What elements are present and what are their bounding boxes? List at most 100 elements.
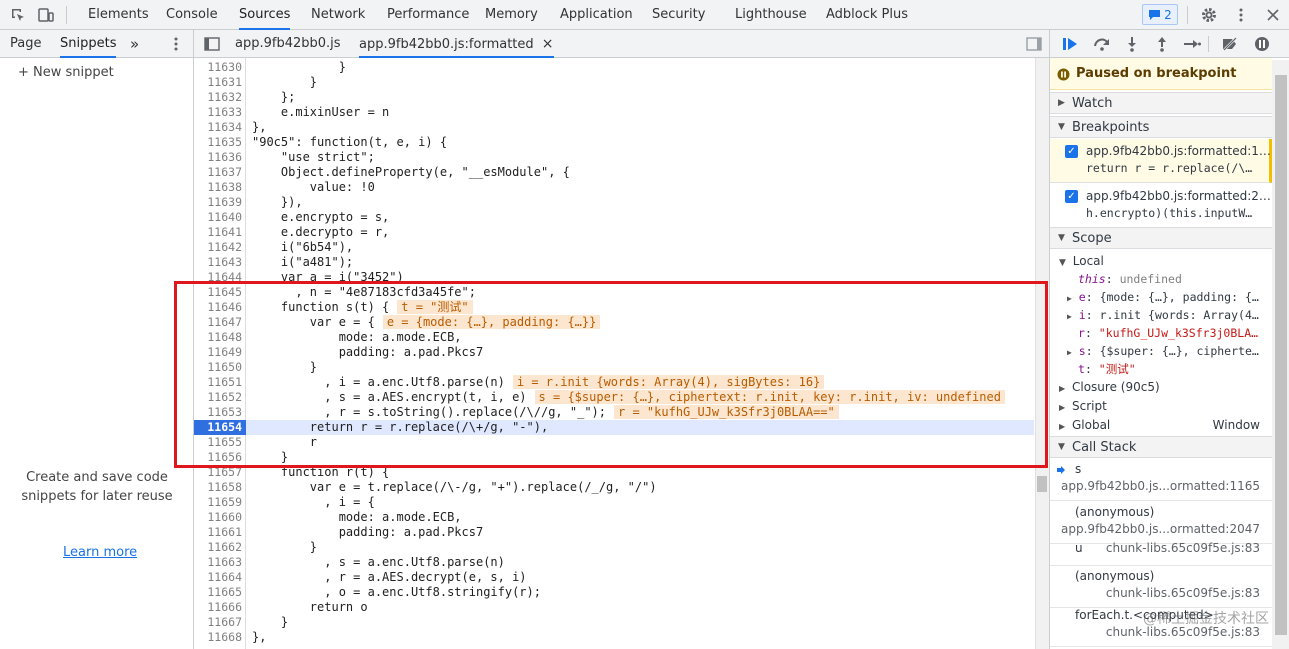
code-line[interactable]: 11636 "use strict";	[194, 150, 1034, 165]
code-line[interactable]: 11638 value: !0	[194, 180, 1034, 195]
editor-scrollbar[interactable]	[1035, 58, 1049, 649]
tab-elements[interactable]: Elements	[88, 0, 149, 30]
line-number[interactable]: 11662	[194, 540, 242, 555]
code-line[interactable]: 11651 , i = a.enc.Utf8.parse(n) i = r.ini…	[194, 375, 1034, 390]
line-number[interactable]: 11641	[194, 225, 242, 240]
call-frame[interactable]: u chunk-libs.65c09f5e.js:83	[1050, 538, 1272, 566]
breakpoints-section-header[interactable]: ▼ Breakpoints	[1050, 116, 1272, 138]
code-line[interactable]: 11648 mode: a.mode.ECB,	[194, 330, 1034, 345]
tab-console[interactable]: Console	[166, 0, 218, 30]
sidebar-scrollbar-thumb[interactable]	[1275, 75, 1287, 635]
line-number[interactable]: 11643	[194, 255, 242, 270]
closure-scope[interactable]: ▶ Closure (90c5)	[1050, 378, 1272, 396]
line-number[interactable]: 11631	[194, 75, 242, 90]
line-number[interactable]: 11637	[194, 165, 242, 180]
paused-code-line[interactable]: 11654 return r = r.replace(/\+/g, "-"),	[194, 420, 1034, 435]
code-line[interactable]: 11664 , r = a.AES.decrypt(e, s, i)	[194, 570, 1034, 585]
pause-on-exceptions-icon[interactable]	[1252, 34, 1272, 54]
tab-sources[interactable]: Sources	[239, 0, 291, 30]
line-number[interactable]: 11640	[194, 210, 242, 225]
code-line[interactable]: 11667 }	[194, 615, 1034, 630]
breakpoint-checkbox[interactable]: ✓	[1065, 190, 1078, 203]
line-number[interactable]: 11642	[194, 240, 242, 255]
code-line[interactable]: 11650 }	[194, 360, 1034, 375]
line-number[interactable]: 11652	[194, 390, 242, 405]
global-scope[interactable]: ▶ Global Window	[1050, 416, 1272, 434]
navigator-menu-icon[interactable]	[166, 34, 186, 54]
code-line[interactable]: 11656 }	[194, 450, 1034, 465]
scope-variable[interactable]: ▶ e: {mode: {…}, padding: {…	[1050, 288, 1272, 306]
code-line[interactable]: 11631 }	[194, 75, 1034, 90]
code-line[interactable]: 11658 var e = t.replace(/\-/g, "+").repl…	[194, 480, 1034, 495]
breakpoint-line-number[interactable]: 11654	[194, 420, 246, 435]
issues-counter-button[interactable]: 2	[1142, 4, 1178, 25]
step-over-icon[interactable]	[1092, 34, 1112, 54]
resume-icon[interactable]	[1060, 34, 1080, 54]
line-number[interactable]: 11635	[194, 135, 242, 150]
toggle-debugger-sidebar-icon[interactable]	[1024, 34, 1044, 54]
code-line[interactable]: 11660 mode: a.mode.ECB,	[194, 510, 1034, 525]
code-line[interactable]: 11653 , r = s.toString().replace(/\//g, …	[194, 405, 1034, 420]
code-line[interactable]: 11641 e.decrypto = r,	[194, 225, 1034, 240]
line-number[interactable]: 11636	[194, 150, 242, 165]
code-line[interactable]: 11633 e.mixinUser = n	[194, 105, 1034, 120]
call-frame-current[interactable]: s app.9fb42bb0.js...ormatted:1165	[1050, 459, 1272, 501]
tab-network[interactable]: Network	[311, 0, 365, 30]
new-snippet-button[interactable]: + New snippet	[18, 65, 114, 80]
settings-gear-icon[interactable]	[1199, 5, 1219, 25]
code-line[interactable]: 11635 "90c5": function(t, e, i) {	[194, 135, 1034, 150]
learn-more-link[interactable]: Learn more	[63, 545, 137, 560]
code-line[interactable]: 11644 var a = i("3452")	[194, 270, 1034, 285]
close-tab-icon[interactable]: ×	[542, 36, 554, 52]
code-line[interactable]: 11661 padding: a.pad.Pkcs7	[194, 525, 1034, 540]
code-line[interactable]: 11662 }	[194, 540, 1034, 555]
more-tabs-chevron-icon[interactable]: »	[130, 30, 139, 58]
line-number[interactable]: 11634	[194, 120, 242, 135]
code-line[interactable]: 11642 i("6b54"),	[194, 240, 1034, 255]
tab-page[interactable]: Page	[10, 30, 41, 58]
tab-application[interactable]: Application	[560, 0, 633, 30]
code-line[interactable]: 11657 function r(t) {	[194, 465, 1034, 480]
step-icon[interactable]	[1182, 34, 1202, 54]
line-number[interactable]: 11644	[194, 270, 242, 285]
code-line[interactable]: 11630 }	[194, 60, 1034, 75]
line-number[interactable]: 11661	[194, 525, 242, 540]
code-line[interactable]: 11663 , s = a.enc.Utf8.parse(n)	[194, 555, 1034, 570]
tab-lighthouse[interactable]: Lighthouse	[735, 0, 807, 30]
close-devtools-icon[interactable]	[1263, 5, 1283, 25]
line-number[interactable]: 11658	[194, 480, 242, 495]
line-number[interactable]: 11663	[194, 555, 242, 570]
editor-tab-app-js-formatted[interactable]: app.9fb42bb0.js:formatted ×	[359, 30, 554, 58]
step-into-icon[interactable]	[1122, 34, 1142, 54]
code-line[interactable]: 11649 padding: a.pad.Pkcs7	[194, 345, 1034, 360]
code-line[interactable]: 11652 , s = a.AES.encrypt(t, i, e) s = {$…	[194, 390, 1034, 405]
code-line[interactable]: 11647 var e = {e = {mode: {…}, padding: …	[194, 315, 1034, 330]
line-number[interactable]: 11632	[194, 90, 242, 105]
line-number[interactable]: 11655	[194, 435, 242, 450]
line-number[interactable]: 11664	[194, 570, 242, 585]
code-line[interactable]: 11668},	[194, 630, 1034, 645]
line-number[interactable]: 11666	[194, 600, 242, 615]
breakpoint-item[interactable]: ✓ app.9fb42bb0.js:formatted:1… return r …	[1050, 139, 1272, 183]
tab-performance[interactable]: Performance	[387, 0, 469, 30]
line-number[interactable]: 11630	[194, 60, 242, 75]
step-out-icon[interactable]	[1152, 34, 1172, 54]
line-number[interactable]: 11665	[194, 585, 242, 600]
line-number[interactable]: 11659	[194, 495, 242, 510]
line-number[interactable]: 11656	[194, 450, 242, 465]
code-line[interactable]: 11665 , o = a.enc.Utf8.stringify(r);	[194, 585, 1034, 600]
breakpoint-item[interactable]: ✓ app.9fb42bb0.js:formatted:2… h.encrypt…	[1050, 184, 1272, 228]
code-line[interactable]: 11639 }),	[194, 195, 1034, 210]
line-number[interactable]: 11668	[194, 630, 242, 645]
tab-snippets[interactable]: Snippets	[60, 30, 117, 58]
line-number[interactable]: 11657	[194, 465, 242, 480]
tab-adblock-plus[interactable]: Adblock Plus	[826, 0, 908, 30]
line-number[interactable]: 11667	[194, 615, 242, 630]
line-number[interactable]: 11650	[194, 360, 242, 375]
line-number[interactable]: 11645	[194, 285, 242, 300]
scope-variable[interactable]: t: "测试"	[1050, 360, 1272, 378]
editor-tab-app-js[interactable]: app.9fb42bb0.js	[235, 30, 341, 58]
code-line[interactable]: 11637 Object.defineProperty(e, "__esModu…	[194, 165, 1034, 180]
editor-scrollbar-thumb[interactable]	[1037, 476, 1047, 492]
code-line[interactable]: 11666 return o	[194, 600, 1034, 615]
